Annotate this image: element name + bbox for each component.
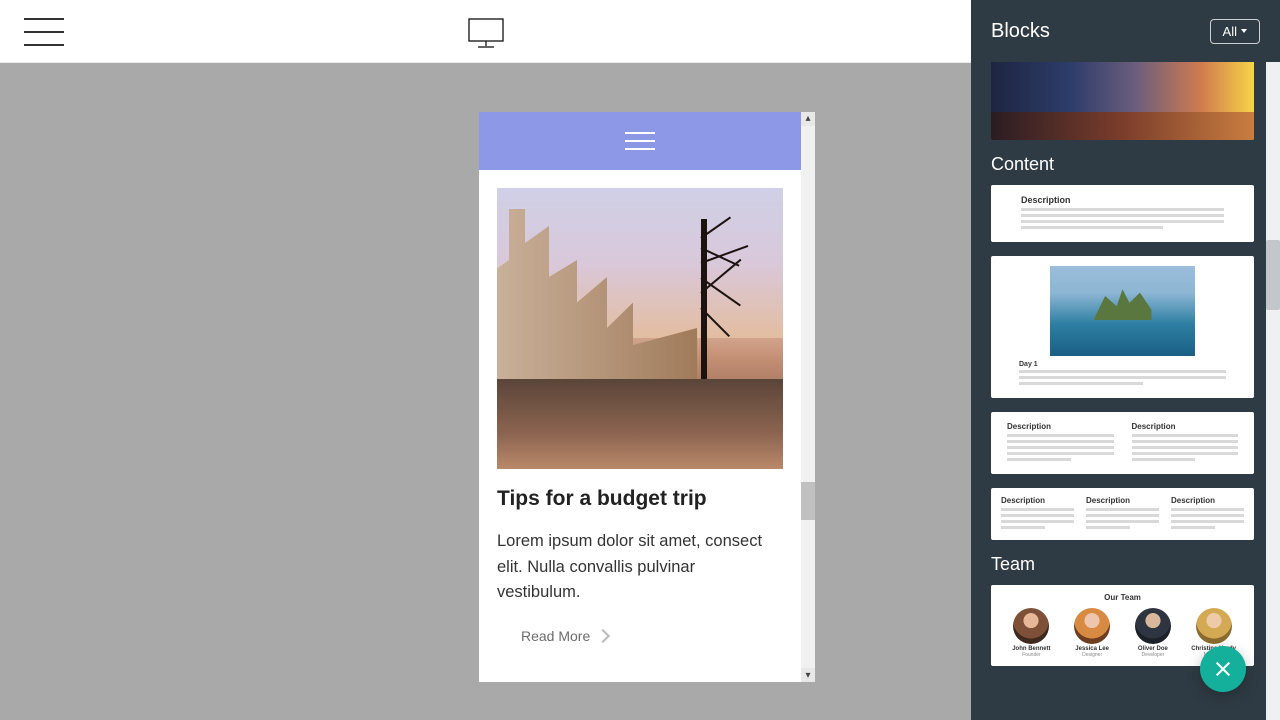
site-navbar[interactable] — [479, 112, 801, 170]
member-role: Designer — [1082, 652, 1102, 658]
section-header-team: Team — [991, 554, 1254, 575]
site-hamburger-icon[interactable] — [625, 132, 655, 150]
menu-hamburger-icon[interactable] — [24, 18, 64, 46]
sidebar-scrollbar-track[interactable] — [1266, 62, 1280, 720]
sidebar-title: Blocks — [991, 20, 1050, 43]
sidebar-header: Blocks All — [971, 0, 1280, 62]
member-role: Developer — [1141, 652, 1164, 658]
article-title: Tips for a budget trip — [497, 487, 783, 511]
block-team-title: Our Team — [1001, 593, 1244, 602]
mobile-preview-body: Tips for a budget trip Lorem ipsum dolor… — [479, 112, 801, 682]
read-more-label: Read More — [521, 628, 590, 644]
block-label: Description — [1001, 496, 1074, 505]
read-more-link[interactable]: Read More — [497, 628, 783, 644]
team-member: John Bennett Founder — [1008, 608, 1054, 658]
sidebar-scroll-area: Content Description Day 1 Description De… — [991, 62, 1254, 710]
chevron-down-icon — [1241, 29, 1247, 33]
block-label: Description — [1086, 496, 1159, 505]
team-member: Oliver Doe Developer — [1130, 608, 1176, 658]
scrollbar-thumb[interactable] — [801, 482, 815, 520]
blocks-filter-dropdown[interactable]: All — [1210, 19, 1260, 44]
block-text-two-columns[interactable]: Description Description — [991, 412, 1254, 474]
scroll-up-icon[interactable]: ▴ — [801, 112, 815, 126]
avatar — [1074, 608, 1110, 644]
scroll-down-icon[interactable]: ▾ — [801, 668, 815, 682]
editor-canvas: ▴ ▾ — [0, 63, 971, 720]
blocks-sidebar: Blocks All Content Description Day 1 Des… — [971, 0, 1280, 720]
block-label: Description — [1021, 195, 1224, 205]
scrollbar-track[interactable] — [801, 126, 815, 668]
article-card: Tips for a budget trip Lorem ipsum dolor… — [479, 170, 801, 644]
section-header-content: Content — [991, 154, 1254, 175]
mobile-preview-frame: ▴ ▾ — [479, 112, 815, 682]
article-image — [497, 188, 783, 469]
team-member: Jessica Lee Designer — [1069, 608, 1115, 658]
block-text-three-columns[interactable]: Description Description Description — [991, 488, 1254, 540]
desktop-preview-icon[interactable] — [468, 18, 504, 48]
close-icon — [1214, 660, 1232, 678]
avatar — [1196, 608, 1232, 644]
block-image-text[interactable]: Day 1 — [991, 256, 1254, 398]
app-topbar — [0, 0, 971, 63]
block-hero-image[interactable] — [991, 62, 1254, 140]
block-label: Description — [1007, 422, 1114, 431]
block-label: Description — [1132, 422, 1239, 431]
article-text: Lorem ipsum dolor sit amet, consect elit… — [497, 529, 783, 606]
block-label: Description — [1171, 496, 1244, 505]
close-panel-button[interactable] — [1200, 646, 1246, 692]
avatar — [1013, 608, 1049, 644]
blocks-filter-label: All — [1223, 24, 1237, 39]
avatar — [1135, 608, 1171, 644]
chevron-right-icon — [596, 629, 610, 643]
block-thumbnail-image — [1050, 266, 1195, 356]
member-role: Founder — [1022, 652, 1041, 658]
block-label: Day 1 — [1019, 361, 1226, 368]
sidebar-scrollbar-thumb[interactable] — [1266, 240, 1280, 310]
block-text-single[interactable]: Description — [991, 185, 1254, 242]
